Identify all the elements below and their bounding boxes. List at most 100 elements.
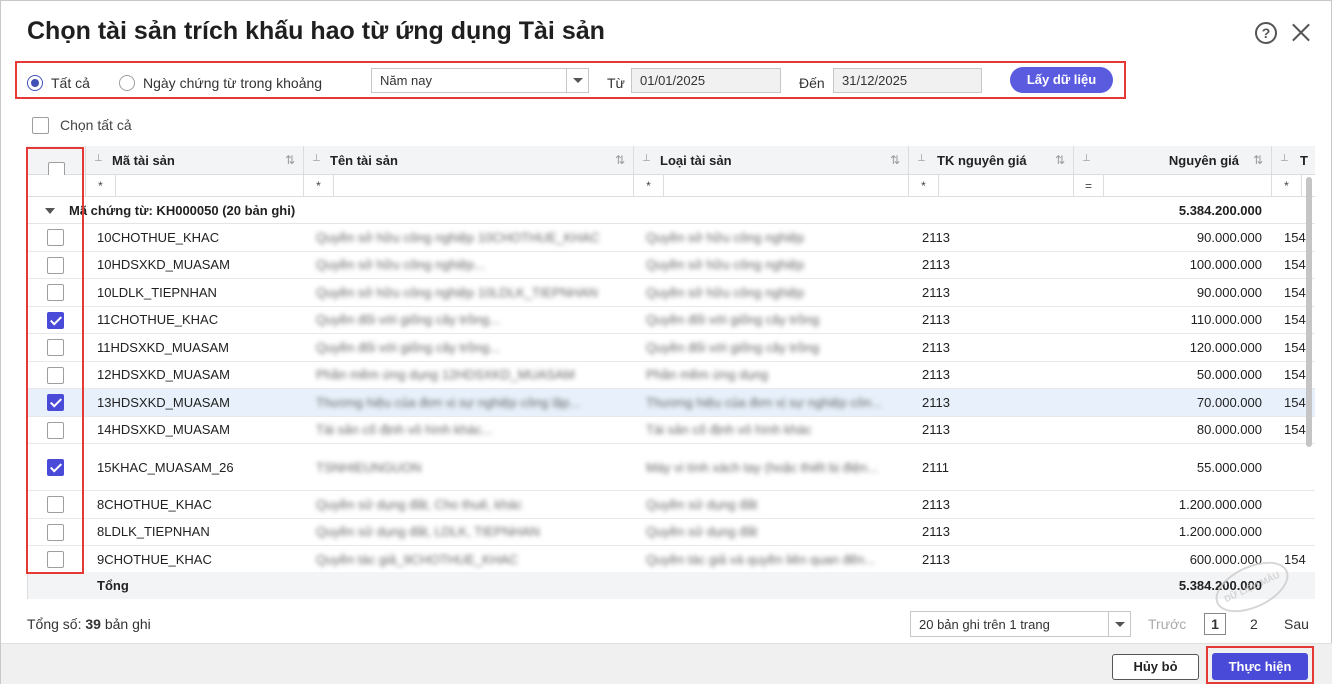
cell-extra: 154 xyxy=(1284,367,1306,383)
col-cost-account-label: TK nguyên giá xyxy=(937,153,1027,168)
cell-code: 10LDLK_TIEPNHAN xyxy=(97,284,217,300)
col-original-cost[interactable]: ⊥ Nguyên giá ⇅ xyxy=(1074,146,1272,175)
sort-icon[interactable]: ⇅ xyxy=(615,146,625,175)
table-row[interactable]: 10CHOTHUE_KHAC Quyền sở hữu công nghiệp 1… xyxy=(28,224,1315,252)
cell-code-wrapper: 13HDSXKD_MUASAM xyxy=(86,389,304,416)
col-asset-type-label: Loại tài sản xyxy=(660,153,732,168)
filter-op[interactable]: * xyxy=(1272,175,1302,196)
table-row[interactable]: 11HDSXKD_MUASAM Quyền đối với giống cây t… xyxy=(28,334,1315,362)
table-row[interactable]: 8CHOTHUE_KHAC Quyền sử dụng đất, Cho thuê… xyxy=(28,491,1315,519)
radio-all-label[interactable]: Tất cả xyxy=(51,75,90,91)
chevron-down-icon[interactable] xyxy=(1108,612,1130,636)
to-label: Đến xyxy=(799,75,825,91)
col-asset-code[interactable]: ⊥ Mã tài sản ⇅ xyxy=(86,146,304,175)
pin-icon[interactable]: ⊥ xyxy=(917,153,926,165)
table-row[interactable]: 8LDLK_TIEPNHAN Quyền sử dụng đất, LDLK, T… xyxy=(28,518,1315,546)
grid-header: ⊥ Mã tài sản ⇅ ⊥ Tên tài sản ⇅ ⊥ Loại tà… xyxy=(28,146,1315,179)
filter-op[interactable]: * xyxy=(634,175,664,196)
page-1[interactable]: 1 xyxy=(1204,613,1226,635)
cell-name: Quyền sở hữu công nghiệp 10LDLK_TIEPNHAN xyxy=(316,284,598,300)
cell-cost: 90.000.000 xyxy=(1196,229,1262,245)
select-all-checkbox[interactable] xyxy=(32,117,49,134)
execute-button[interactable]: Thực hiện xyxy=(1212,653,1308,680)
filter-asset-name[interactable]: * xyxy=(304,175,634,197)
pin-icon[interactable]: ⊥ xyxy=(312,153,321,165)
col-asset-type[interactable]: ⊥ Loại tài sản ⇅ xyxy=(634,146,909,175)
cancel-button[interactable]: Hủy bỏ xyxy=(1112,654,1199,680)
page-2[interactable]: 2 xyxy=(1250,616,1258,632)
filter-cost-account[interactable]: * xyxy=(909,175,1074,197)
total-label: Tổng xyxy=(97,578,129,593)
page-size-select[interactable]: 20 bản ghi trên 1 trang xyxy=(910,611,1131,637)
cell-cost: 80.000.000 xyxy=(1196,422,1262,438)
cell-name: TSNHIEUNGUON xyxy=(316,459,422,475)
radio-date-range[interactable] xyxy=(119,75,135,91)
cell-account-wrapper: 2113 xyxy=(909,417,1074,444)
pin-icon[interactable]: ⊥ xyxy=(642,153,651,165)
cell-name-wrapper: Quyền đối với giống cây trồng... xyxy=(304,307,634,334)
cell-code-wrapper: 8CHOTHUE_KHAC xyxy=(86,491,304,518)
cell-name-wrapper: TSNHIEUNGUON xyxy=(304,444,634,490)
cell-account: 2113 xyxy=(922,312,950,328)
pin-icon[interactable]: ⊥ xyxy=(1082,153,1091,165)
vertical-scrollbar[interactable] xyxy=(1306,177,1312,447)
table-row[interactable]: 9CHOTHUE_KHAC Quyền tác giả_9CHOTHUE_KHAC… xyxy=(28,546,1315,574)
to-date-field[interactable]: 31/12/2025 xyxy=(833,68,982,93)
fetch-data-button[interactable]: Lấy dữ liệu xyxy=(1010,67,1113,93)
sort-icon[interactable]: ⇅ xyxy=(890,146,900,175)
pin-icon[interactable]: ⊥ xyxy=(94,153,103,165)
table-row[interactable]: 10HDSXKD_MUASAM Quyền sở hữu công nghiệp.… xyxy=(28,251,1315,279)
cell-account-wrapper: 2113 xyxy=(909,546,1074,573)
total-row: Tổng 5.384.200.000 xyxy=(28,572,1315,599)
cell-cost-wrapper: 1.200.000.000 xyxy=(1074,519,1262,546)
period-select[interactable]: Năm nay xyxy=(371,68,589,93)
filter-op[interactable]: = xyxy=(1074,175,1104,196)
cell-name: Tài sản cố định vô hình khác... xyxy=(316,422,493,438)
from-date-field[interactable]: 01/01/2025 xyxy=(631,68,781,93)
record-count-value: 39 xyxy=(85,616,101,632)
cell-cost: 70.000.000 xyxy=(1196,394,1262,410)
cell-code: 10CHOTHUE_KHAC xyxy=(97,229,220,245)
cell-cost-wrapper: 110.000.000 xyxy=(1074,307,1262,334)
select-all-label[interactable]: Chọn tất cả xyxy=(60,117,132,133)
table-row[interactable]: 10LDLK_TIEPNHAN Quyền sở hữu công nghiệp … xyxy=(28,279,1315,307)
table-row[interactable]: 13HDSXKD_MUASAM Thương hiệu của đơn vị sự… xyxy=(28,389,1315,417)
cell-extra-wrapper xyxy=(1284,444,1315,490)
cell-extra: 154 xyxy=(1284,339,1306,355)
sort-icon[interactable]: ⇅ xyxy=(1055,146,1065,175)
col-asset-name[interactable]: ⊥ Tên tài sản ⇅ xyxy=(304,146,634,175)
close-icon[interactable] xyxy=(1290,21,1312,43)
filter-op[interactable]: * xyxy=(909,175,939,196)
sort-icon[interactable]: ⇅ xyxy=(285,146,295,175)
cell-type: Quyền sở hữu công nghiệp xyxy=(646,257,805,273)
cell-account-wrapper: 2113 xyxy=(909,389,1074,416)
chevron-down-icon[interactable] xyxy=(566,69,588,92)
help-icon[interactable]: ? xyxy=(1255,22,1277,44)
filter-original-cost[interactable]: = xyxy=(1074,175,1272,197)
radio-all[interactable] xyxy=(27,75,43,91)
pin-icon[interactable]: ⊥ xyxy=(1280,153,1289,165)
cell-code-wrapper: 8LDLK_TIEPNHAN xyxy=(86,519,304,546)
filter-op[interactable]: * xyxy=(86,175,116,196)
group-row[interactable]: Mã chứng từ: KH000050 (20 bản ghi) 5.384… xyxy=(28,197,1315,224)
sort-icon[interactable]: ⇅ xyxy=(1253,146,1263,175)
cell-name: Thương hiệu của đơn vị sự nghiệp công lậ… xyxy=(316,394,581,410)
cell-cost-wrapper: 100.000.000 xyxy=(1074,252,1262,279)
cell-account: 2113 xyxy=(922,551,950,567)
cell-cost-wrapper: 80.000.000 xyxy=(1074,417,1262,444)
filter-asset-type[interactable]: * xyxy=(634,175,909,197)
cell-code: 12HDSXKD_MUASAM xyxy=(97,367,230,383)
filter-op[interactable]: * xyxy=(304,175,334,196)
table-row[interactable]: 12HDSXKD_MUASAM Phần mềm ứng dụng 12HDSXK… xyxy=(28,361,1315,389)
radio-date-range-label[interactable]: Ngày chứng từ trong khoảng xyxy=(143,75,322,91)
prev-page[interactable]: Trước xyxy=(1148,616,1186,632)
cell-type-wrapper: Quyền đối với giống cây trồng xyxy=(634,307,909,334)
filter-asset-code[interactable]: * xyxy=(86,175,304,197)
cell-extra: 154 xyxy=(1284,394,1306,410)
col-cost-account[interactable]: ⊥ TK nguyên giá ⇅ xyxy=(909,146,1074,175)
next-page[interactable]: Sau xyxy=(1284,616,1309,632)
table-row[interactable]: 14HDSXKD_MUASAM Tài sản cố định vô hình k… xyxy=(28,416,1315,444)
table-row[interactable]: 15KHAC_MUASAM_26 TSNHIEUNGUON Máy vi tính … xyxy=(28,444,1315,491)
col-extra[interactable]: ⊥ T xyxy=(1272,146,1315,175)
table-row[interactable]: 11CHOTHUE_KHAC Quyền đối với giống cây tr… xyxy=(28,306,1315,334)
